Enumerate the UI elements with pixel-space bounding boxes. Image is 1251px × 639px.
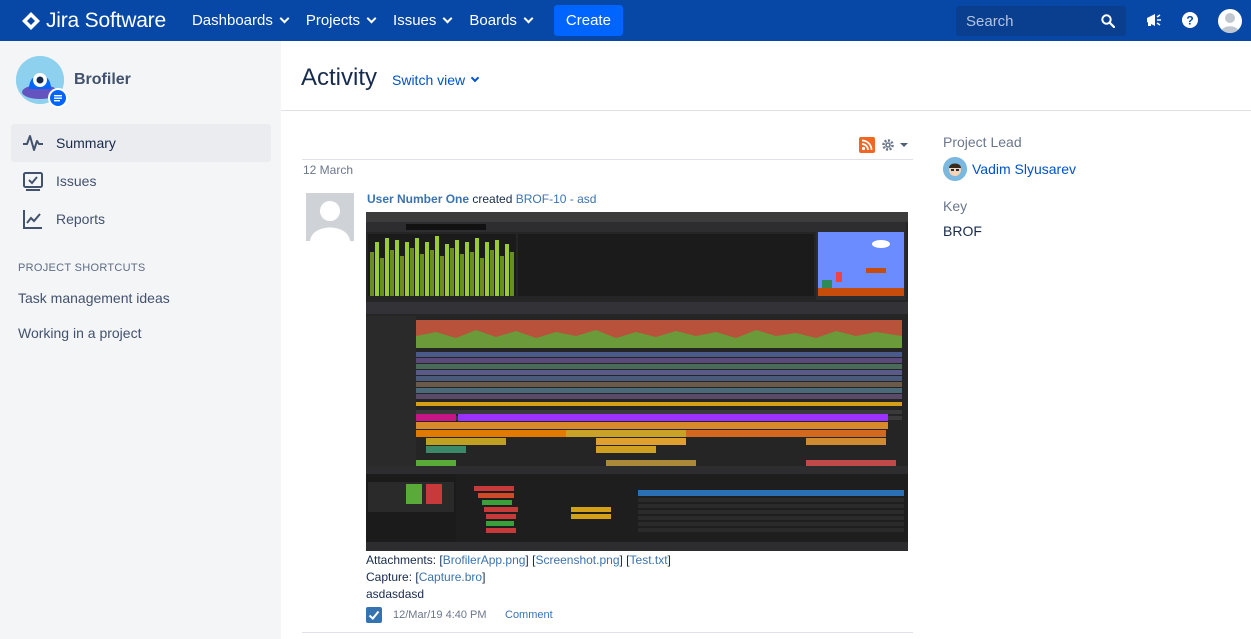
- jira-logo-icon: [22, 11, 40, 30]
- key-value: BROF: [943, 223, 982, 239]
- search-input[interactable]: Search: [956, 6, 1126, 36]
- document-icon: [54, 95, 62, 102]
- search-icon: [1101, 14, 1115, 28]
- jira-logo[interactable]: Jira Software: [22, 9, 166, 33]
- shortcut-link[interactable]: Task management ideas: [18, 290, 170, 306]
- gear-icon[interactable]: [881, 138, 895, 152]
- divider: [302, 159, 913, 160]
- nav-dashboards[interactable]: Dashboards: [184, 0, 296, 41]
- task-type-icon: [366, 607, 382, 623]
- activity-icon: [23, 135, 43, 151]
- game-preview: [816, 222, 906, 300]
- nav-issues-label: Issues: [393, 12, 437, 29]
- sidebar-item-label: Reports: [56, 211, 106, 227]
- sidebar-item-label: Issues: [56, 173, 97, 189]
- capture-line: Capture: [Capture.bro]: [366, 570, 486, 584]
- help-icon[interactable]: ?: [1180, 10, 1200, 30]
- top-navigation: Jira Software Dashboards Projects Issues…: [0, 0, 1251, 41]
- activity-timestamp: 12/Mar/19 4:40 PM: [393, 609, 487, 621]
- attachment-preview-image[interactable]: [366, 212, 908, 551]
- nav-dashboards-label: Dashboards: [191, 12, 273, 29]
- attachment-link[interactable]: Screenshot.png: [535, 553, 619, 567]
- checkmark-icon: [368, 610, 380, 620]
- capture-label: Capture:: [366, 570, 413, 584]
- attachment-link[interactable]: Test.txt: [630, 553, 668, 567]
- page-title: Activity: [301, 64, 378, 91]
- shortcuts-heading: PROJECT SHORTCUTS: [18, 262, 146, 274]
- sidebar-item-reports[interactable]: Reports: [11, 200, 271, 238]
- profiler-screenshot: [366, 212, 908, 551]
- nav-projects[interactable]: Projects: [298, 0, 383, 41]
- nav-issues[interactable]: Issues: [385, 0, 459, 41]
- sidebar-item-label: Summary: [56, 135, 116, 151]
- app-name: Jira Software: [46, 8, 166, 32]
- actor-avatar[interactable]: [306, 193, 354, 241]
- divider: [281, 110, 1251, 111]
- feed-tools: [859, 137, 908, 153]
- chevron-down-icon: [442, 13, 453, 24]
- sidebar-item-summary[interactable]: Summary: [11, 124, 271, 162]
- chevron-down-icon: [470, 73, 480, 83]
- key-label: Key: [943, 198, 968, 214]
- divider: [302, 632, 913, 633]
- person-avatar-icon: [943, 157, 967, 181]
- project-lead-label: Project Lead: [943, 134, 1022, 150]
- issue-link[interactable]: BROF-10 - asd: [516, 192, 597, 206]
- search-placeholder: Search: [966, 12, 1014, 30]
- caret-down-icon[interactable]: [900, 143, 908, 147]
- project-header[interactable]: Brofiler: [16, 56, 131, 108]
- issue-description: asdasdasd: [366, 587, 425, 601]
- lead-name-link[interactable]: Vadim Slyusarev: [972, 161, 1076, 177]
- reports-icon: [23, 210, 42, 229]
- date-heading: 12 March: [303, 163, 354, 177]
- project-type-badge: [48, 88, 68, 108]
- switch-view-label: Switch view: [392, 72, 466, 88]
- shortcut-link[interactable]: Working in a project: [18, 325, 141, 341]
- chevron-down-icon: [366, 13, 377, 24]
- switch-view-button[interactable]: Switch view: [392, 72, 480, 88]
- attachment-link[interactable]: BrofilerApp.png: [443, 553, 526, 567]
- user-avatar[interactable]: [1218, 9, 1242, 33]
- project-lead[interactable]: Vadim Slyusarev: [943, 157, 1076, 181]
- attachments-line: Attachments: [BrofilerApp.png] [Screensh…: [366, 553, 671, 567]
- actor-link[interactable]: User Number One: [367, 192, 469, 206]
- megaphone-icon[interactable]: [1144, 10, 1164, 30]
- nav-boards[interactable]: Boards: [461, 0, 540, 41]
- nav-projects-label: Projects: [305, 12, 361, 29]
- project-avatar: [16, 56, 68, 108]
- sidebar-item-issues[interactable]: Issues: [11, 162, 271, 200]
- chevron-down-icon: [279, 13, 290, 24]
- attachments-label: Attachments:: [366, 553, 437, 567]
- create-button[interactable]: Create: [553, 5, 623, 36]
- sidebar: Brofiler Summary Issues Reports PROJECT …: [0, 41, 281, 639]
- capture-link[interactable]: Capture.bro: [419, 570, 482, 584]
- rss-icon[interactable]: [859, 137, 875, 153]
- project-name: Brofiler: [74, 71, 131, 88]
- chevron-down-icon: [523, 13, 534, 24]
- activity-summary: User Number One created BROF-10 - asd: [367, 192, 596, 206]
- rss-glyph: [861, 139, 873, 151]
- svg-text:?: ?: [1186, 14, 1193, 28]
- activity-verb: created: [472, 192, 513, 206]
- user-avatar-icon: [1220, 13, 1240, 33]
- lead-avatar: [943, 157, 967, 181]
- nav-boards-label: Boards: [469, 12, 517, 29]
- frame-histogram: [368, 234, 516, 296]
- issues-icon: [23, 172, 43, 191]
- default-avatar-icon: [306, 193, 354, 241]
- comment-link[interactable]: Comment: [505, 609, 553, 621]
